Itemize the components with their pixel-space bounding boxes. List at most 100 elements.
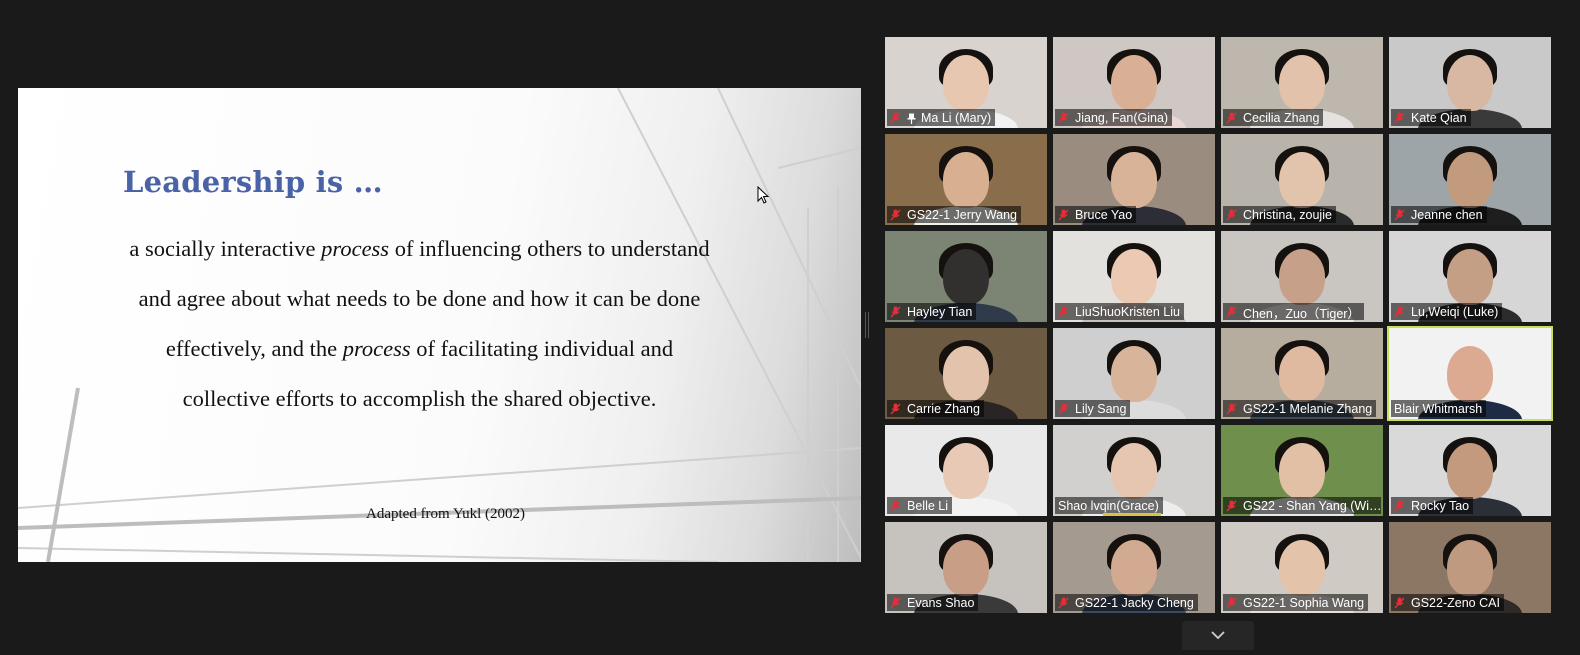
participant-name: Bruce Yao — [1075, 208, 1133, 222]
participant-name: Evans Shao — [907, 596, 975, 610]
participant-face — [943, 346, 989, 402]
participant-tile[interactable]: Christina, zoujie — [1221, 134, 1383, 225]
participant-face — [1279, 152, 1325, 208]
participant-name: GS22-1 Jerry Wang — [907, 208, 1017, 222]
participant-tile[interactable]: Hayley Tian — [885, 231, 1047, 322]
participant-tile[interactable]: Jeanne chen — [1389, 134, 1551, 225]
participant-name-label: Rocky Tao — [1391, 497, 1474, 514]
participant-tile[interactable]: Carrie Zhang — [885, 328, 1047, 419]
participant-face — [943, 443, 989, 499]
participant-face — [1447, 249, 1493, 305]
participant-tile[interactable]: GS22-1 Melanie Zhang — [1221, 328, 1383, 419]
participant-face — [1279, 346, 1325, 402]
participant-face — [1447, 443, 1493, 499]
participant-face — [1279, 443, 1325, 499]
participant-name-label: LiuShuoKristen Liu — [1055, 303, 1184, 320]
microphone-muted-icon — [1394, 112, 1405, 124]
participant-name: GS22-1 Jacky Cheng — [1075, 596, 1194, 610]
microphone-muted-icon — [1226, 306, 1237, 318]
microphone-muted-icon — [1226, 112, 1237, 124]
participant-tile[interactable]: Bruce Yao — [1053, 134, 1215, 225]
microphone-muted-icon — [890, 597, 901, 609]
participant-face — [1279, 540, 1325, 596]
participant-name-label: Ma Li (Mary) — [887, 109, 996, 126]
participant-face — [1279, 249, 1325, 305]
participant-name-label: Christina, zoujie — [1223, 206, 1336, 223]
microphone-muted-icon — [1058, 112, 1069, 124]
microphone-muted-icon — [1058, 209, 1069, 221]
participant-name: Blair Whitmarsh — [1394, 402, 1483, 416]
participant-tile[interactable]: Ma Li (Mary) — [885, 37, 1047, 128]
participant-tile[interactable]: GS22-Zeno CAI — [1389, 522, 1551, 613]
slide-body-line: a socially interactive process of influe… — [129, 236, 710, 261]
microphone-muted-icon — [890, 112, 901, 124]
microphone-muted-icon — [1226, 209, 1237, 221]
participant-tile[interactable]: Evans Shao — [885, 522, 1047, 613]
participant-tile[interactable]: GS22-1 Sophia Wang — [1221, 522, 1383, 613]
participant-name-label: Hayley Tian — [887, 303, 977, 320]
participant-face — [1447, 540, 1493, 596]
participant-face — [1447, 152, 1493, 208]
participant-name-label: Evans Shao — [887, 594, 979, 611]
slide-title: Leadership is … — [123, 165, 383, 199]
participant-tile[interactable]: Chen，Zuo（Tiger） — [1221, 231, 1383, 322]
participant-name: Ma Li (Mary) — [921, 111, 992, 125]
participant-name: Kate Qian — [1411, 111, 1467, 125]
gallery-scroll-button[interactable] — [1182, 621, 1254, 650]
participant-tile[interactable]: GS22 - Shan Yang (Wi… — [1221, 425, 1383, 516]
microphone-muted-icon — [1226, 500, 1237, 512]
participant-face — [1111, 152, 1157, 208]
mouse-cursor-icon — [757, 186, 769, 204]
slide-body-line: and agree about what needs to be done an… — [138, 286, 701, 311]
microphone-muted-icon — [890, 209, 901, 221]
participant-name-label: Cecilia Zhang — [1223, 109, 1324, 126]
microphone-muted-icon — [1058, 306, 1069, 318]
participant-tile[interactable]: Blair Whitmarsh — [1387, 326, 1553, 421]
participant-name-label: GS22-1 Jerry Wang — [887, 206, 1021, 223]
participant-tile[interactable]: Kate Qian — [1389, 37, 1551, 128]
microphone-muted-icon — [890, 403, 901, 415]
participant-face — [1111, 249, 1157, 305]
participant-name: Carrie Zhang — [907, 402, 980, 416]
slide-body-line: collective efforts to accomplish the sha… — [182, 386, 657, 411]
microphone-muted-icon — [1394, 500, 1405, 512]
participant-name: Jiang, Fan(Gina) — [1075, 111, 1169, 125]
participant-name-label: Chen，Zuo（Tiger） — [1223, 303, 1364, 320]
chevron-down-icon — [1211, 631, 1225, 640]
participant-face — [943, 540, 989, 596]
split-view-resize-handle[interactable] — [865, 312, 869, 338]
participant-tile[interactable]: Shao lvqin(Grace) — [1053, 425, 1215, 516]
participant-name: GS22-1 Sophia Wang — [1243, 596, 1365, 610]
participant-tile[interactable]: Jiang, Fan(Gina) — [1053, 37, 1215, 128]
participant-tile[interactable]: LiuShuoKristen Liu — [1053, 231, 1215, 322]
participant-face — [1111, 540, 1157, 596]
participant-name-label: GS22-1 Sophia Wang — [1223, 594, 1369, 611]
participant-tile[interactable]: GS22-1 Jacky Cheng — [1053, 522, 1215, 613]
participant-face — [943, 55, 989, 111]
participant-face — [1111, 346, 1157, 402]
participant-tile[interactable]: Lily Sang — [1053, 328, 1215, 419]
participant-tile[interactable]: Lu,Weiqi (Luke) — [1389, 231, 1551, 322]
microphone-muted-icon — [1394, 306, 1405, 318]
participant-tile[interactable]: GS22-1 Jerry Wang — [885, 134, 1047, 225]
slide-body-line: effectively, and the process of facilita… — [165, 336, 674, 361]
participant-name: GS22-1 Melanie Zhang — [1243, 402, 1373, 416]
participant-face — [943, 152, 989, 208]
participant-tile[interactable]: Rocky Tao — [1389, 425, 1551, 516]
participant-name-label: Shao lvqin(Grace) — [1055, 497, 1163, 514]
participant-name-label: GS22-1 Jacky Cheng — [1055, 594, 1198, 611]
participant-tile[interactable]: Belle Li — [885, 425, 1047, 516]
participant-face — [1447, 346, 1493, 402]
participant-name-label: Lily Sang — [1055, 400, 1131, 417]
microphone-muted-icon — [1058, 597, 1069, 609]
participant-name: Christina, zoujie — [1243, 208, 1332, 222]
participant-name-label: Carrie Zhang — [887, 400, 984, 417]
participant-name: GS22 - Shan Yang (Wi… — [1243, 499, 1381, 513]
participant-name-label: Lu,Weiqi (Luke) — [1391, 303, 1503, 320]
slide-body: a socially interactive process of influe… — [78, 224, 761, 424]
participant-name: Lily Sang — [1075, 402, 1127, 416]
participant-name-label: Blair Whitmarsh — [1391, 400, 1487, 417]
participant-name: Jeanne chen — [1411, 208, 1483, 222]
participant-tile[interactable]: Cecilia Zhang — [1221, 37, 1383, 128]
participant-name-label: GS22 - Shan Yang (Wi… — [1223, 497, 1381, 514]
